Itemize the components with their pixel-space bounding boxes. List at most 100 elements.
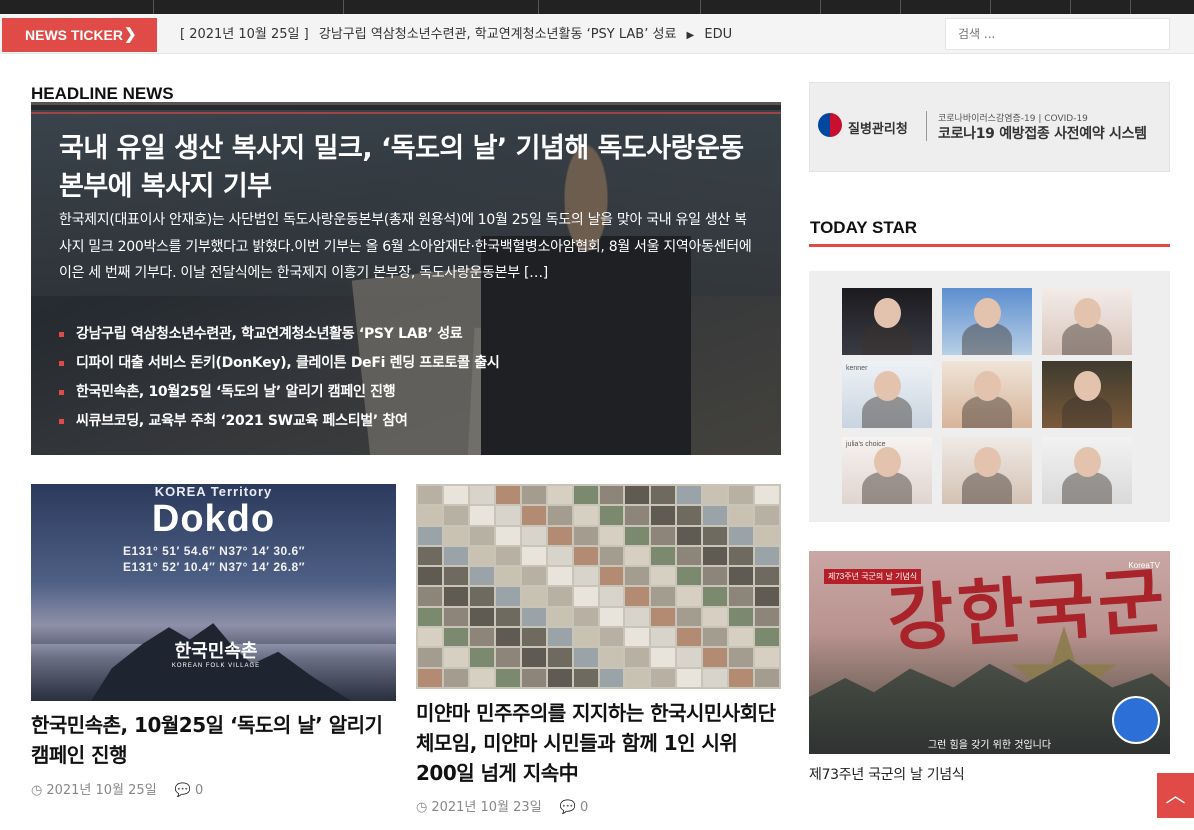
collage-tile — [599, 587, 624, 606]
collage-tile — [703, 587, 728, 606]
collage-tile — [651, 546, 676, 566]
headline-related-link[interactable]: 한국민속촌, 10월25일 ‘독도의 날’ 알리기 캠페인 진행 — [59, 378, 499, 407]
today-star-thumbnail[interactable] — [942, 361, 1032, 428]
today-star-thumbnail[interactable] — [1042, 361, 1132, 428]
collage-tile — [521, 648, 546, 667]
today-star-thumbnail[interactable]: kenner — [842, 361, 932, 428]
headline-excerpt: 한국제지(대표이사 안재호)는 사단법인 독도사랑운동본부(총재 원용석)에 1… — [59, 212, 752, 281]
today-star-thumbnail[interactable] — [1042, 288, 1132, 355]
collage-tile — [755, 506, 779, 525]
collage-tile — [443, 587, 468, 606]
collage-tile — [599, 546, 624, 566]
collage-tile — [651, 587, 676, 606]
collage-tile — [755, 486, 779, 505]
banner-big-text: 코로나19 예방접종 사전예약 시스템 — [938, 126, 1147, 142]
collage-tile — [521, 486, 546, 505]
collage-tile — [703, 668, 728, 687]
collage-tile — [599, 668, 624, 687]
collage-tile — [677, 607, 702, 627]
today-star-thumbnail[interactable] — [942, 288, 1032, 355]
article-title[interactable]: 미얀마 민주주의를 지지하는 한국시민사회단체모임, 미얀마 시민들과 함께 1… — [416, 698, 784, 788]
triangle-right-icon: ▶ — [686, 30, 695, 41]
collage-tile — [547, 587, 572, 606]
headline-related-link[interactable]: 씨큐브코딩, 교육부 주최 ‘2021 SW교육 페스티벌’ 참여 — [59, 407, 499, 436]
collage-tile — [547, 486, 572, 505]
clock-icon: ◷ — [31, 783, 43, 798]
collage-tile — [418, 567, 442, 586]
image-text-dokdo: Dokdo — [151, 498, 276, 540]
collage-tile — [729, 546, 754, 566]
collage-tile — [418, 607, 442, 627]
collage-tile — [469, 506, 494, 525]
article-meta: ◷ 2021년 10월 25일 💬 0 — [31, 779, 203, 798]
collage-tile — [703, 607, 728, 627]
comment-count[interactable]: 0 — [195, 783, 203, 798]
collage-tile — [495, 648, 520, 667]
news-ticker-label: NEWS TICKER ❯ — [2, 18, 157, 52]
collage-tile — [495, 546, 520, 566]
kdca-vaccination-banner[interactable]: 질병관리청 코로나바이러스감염증-19 | COVID-19 코로나19 예방접… — [809, 82, 1170, 172]
image-text-coordinate: E131° 52′ 10.4″ N37° 14′ 26.8″ — [123, 560, 305, 574]
headline-feature[interactable]: 국내 유일 생산 복사지 밀크, ‘독도의 날’ 기념해 독도사랑운동본부에 복… — [31, 102, 781, 455]
collage-tile — [547, 526, 572, 545]
article-image-myanmar[interactable] — [416, 484, 781, 689]
ticker-headline[interactable]: 강남구립 역삼청소년수련관, 학교연계청소년활동 ‘PSY LAB’ 성료 — [319, 27, 677, 42]
collage-tile — [547, 628, 572, 647]
collage-tile — [729, 567, 754, 586]
collage-tile — [703, 546, 728, 566]
back-to-top-button[interactable]: ︿ — [1157, 773, 1194, 818]
headline-main-title[interactable]: 국내 유일 생산 복사지 밀크, ‘독도의 날’ 기념해 독도사랑운동본부에 복… — [59, 130, 749, 206]
article-date: 2021년 10월 23일 — [431, 800, 542, 815]
comment-count[interactable]: 0 — [580, 800, 588, 815]
collage-tile — [625, 486, 650, 505]
headline-related-link[interactable]: 강남구립 역삼청소년수련관, 학교연계청소년활동 ‘PSY LAB’ 성료 — [59, 320, 499, 349]
collage-tile — [573, 628, 598, 647]
collage-tile — [495, 628, 520, 647]
comment-icon[interactable]: 💬 — [560, 800, 576, 815]
ticker-date: [ 2021년 10월 25일 ] — [180, 27, 309, 42]
collage-tile — [573, 607, 598, 627]
ticker-next[interactable]: EDU — [704, 27, 732, 42]
collage-tile — [651, 486, 676, 505]
article-title[interactable]: 한국민속촌, 10월25일 ‘독도의 날’ 알리기 캠페인 진행 — [31, 710, 396, 770]
collage-tile — [599, 567, 624, 586]
article-image-dokdo[interactable]: KOREA Territory Dokdo E131° 51′ 54.6″ N3… — [31, 484, 396, 701]
collage-tile — [755, 546, 779, 566]
collage-tile — [703, 628, 728, 647]
news-ticker-item[interactable]: [ 2021년 10월 25일 ] 강남구립 역삼청소년수련관, 학교연계청소년… — [180, 18, 780, 52]
collage-tile — [443, 486, 468, 505]
clock-icon: ◷ — [416, 800, 428, 815]
comment-icon[interactable]: 💬 — [175, 783, 191, 798]
collage-tile — [703, 486, 728, 505]
collage-tile — [677, 546, 702, 566]
collage-tile — [418, 486, 442, 505]
collage-tile — [625, 648, 650, 667]
today-star-thumbnail[interactable] — [942, 437, 1032, 504]
headline-related-link[interactable]: 디파이 대출 서비스 돈키(DonKey), 클레이튼 DeFi 렌딩 프로토콜… — [59, 349, 500, 378]
top-bar-divider — [990, 0, 991, 14]
top-bar-divider — [538, 0, 539, 14]
folk-village-logo: 한국민속촌 KOREAN FOLK VILLAGE — [171, 641, 261, 669]
armed-forces-video[interactable]: 강한국군 제73주년 국군의 날 기념식 KoreaTV 그런 힘을 갖기 위한… — [809, 551, 1170, 754]
collage-tile — [418, 506, 442, 525]
collage-tile — [573, 526, 598, 545]
today-star-thumbnail[interactable] — [1042, 437, 1132, 504]
collage-tile — [521, 668, 546, 687]
today-star-thumbnail[interactable] — [842, 288, 932, 355]
collage-tile — [599, 648, 624, 667]
collage-tile — [729, 668, 754, 687]
collage-tile — [521, 567, 546, 586]
search-input[interactable] — [945, 18, 1170, 50]
collage-tile — [703, 648, 728, 667]
collage-tile — [625, 506, 650, 525]
collage-tile — [651, 668, 676, 687]
collage-tile — [755, 648, 779, 667]
collage-tile — [469, 486, 494, 505]
today-star-thumbnail[interactable]: julia's choice — [842, 437, 932, 504]
video-caption[interactable]: 제73주년 국군의 날 기념식 — [809, 764, 965, 784]
top-bar-divider — [900, 0, 901, 14]
article-meta: ◷ 2021년 10월 23일 💬 0 — [416, 796, 588, 815]
video-banner-text: 강한국군 — [884, 557, 1170, 662]
collage-tile — [469, 648, 494, 667]
collage-tile — [443, 546, 468, 566]
